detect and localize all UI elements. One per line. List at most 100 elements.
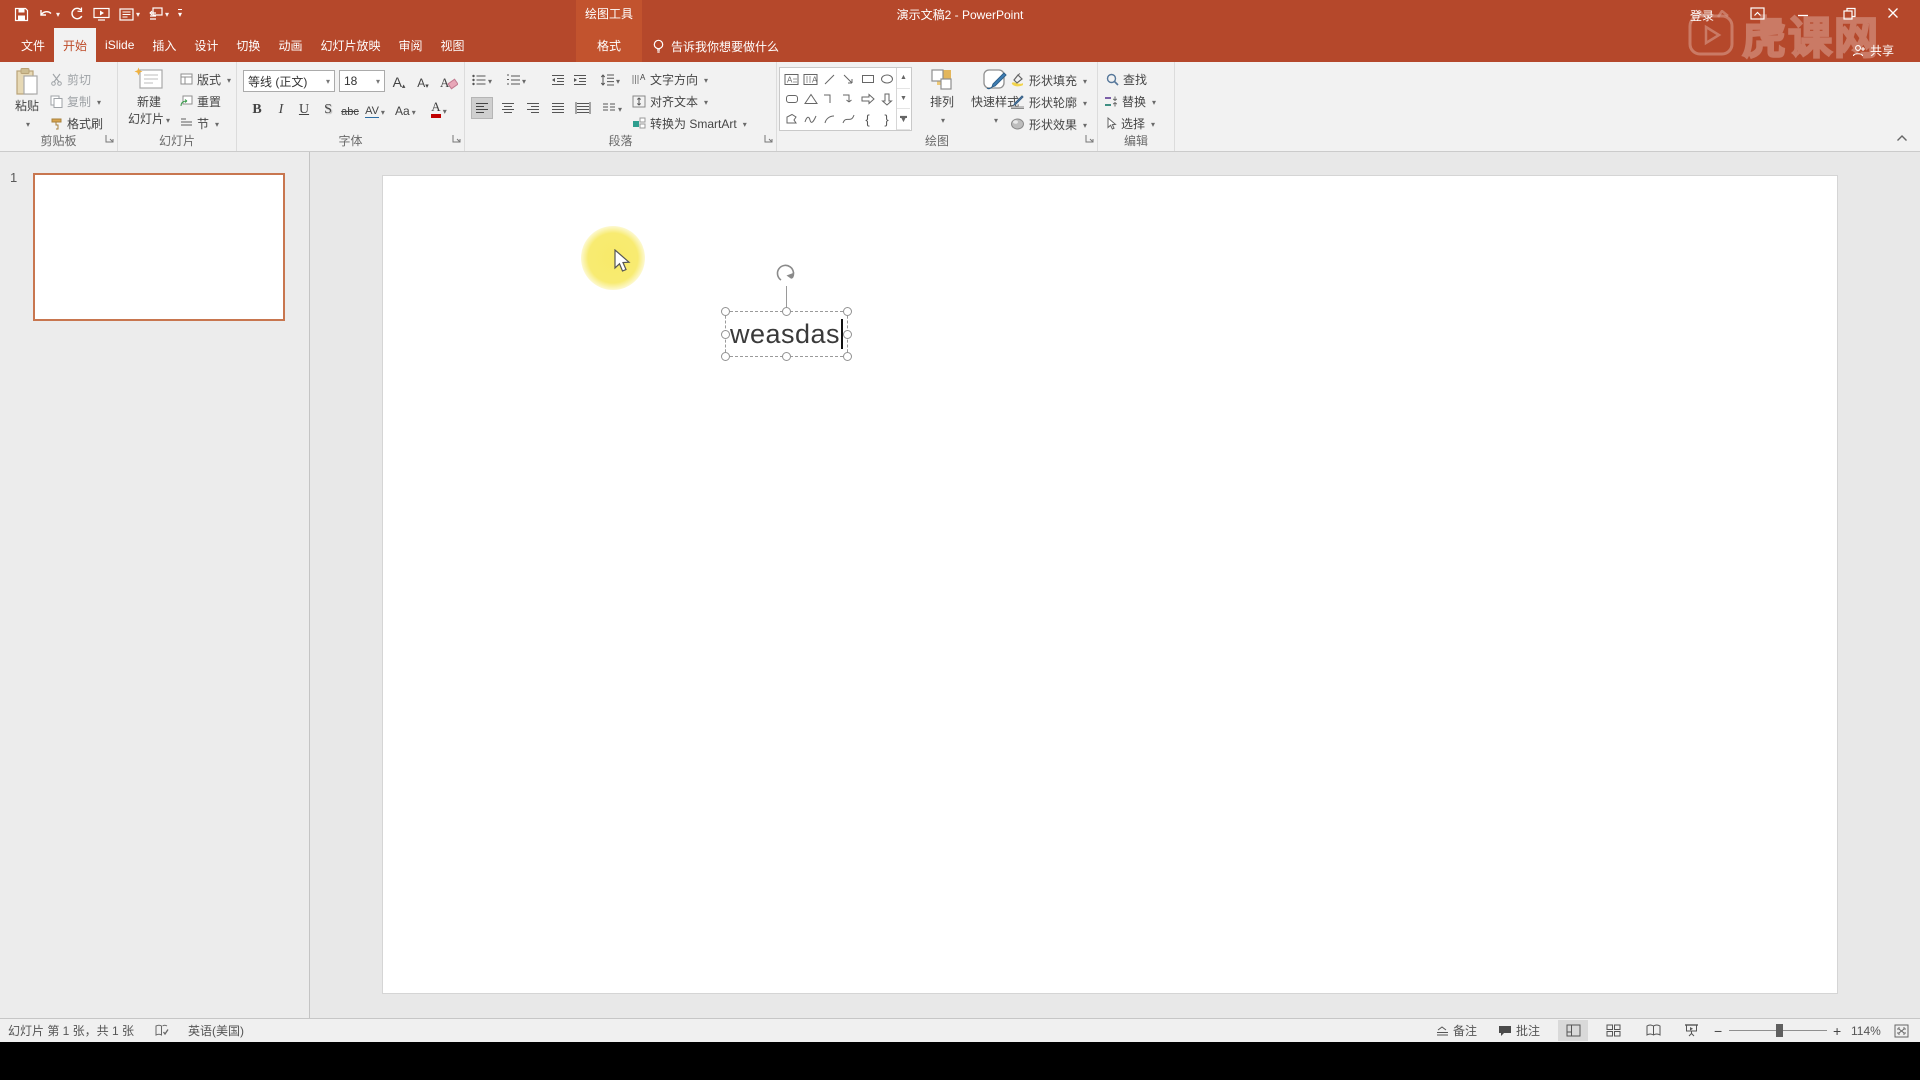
line-spacing-button[interactable] bbox=[599, 69, 621, 91]
shrink-font-button[interactable]: A▾ bbox=[413, 70, 433, 92]
decrease-indent-button[interactable] bbox=[547, 69, 569, 91]
tab-insert[interactable]: 插入 bbox=[143, 28, 185, 62]
resize-handle-ne[interactable] bbox=[843, 307, 852, 316]
clipboard-dialog-launcher[interactable] bbox=[105, 130, 114, 148]
columns-dropdown[interactable] bbox=[616, 99, 622, 117]
clear-formatting-button[interactable]: A bbox=[439, 70, 459, 92]
copy-dropdown[interactable] bbox=[95, 92, 101, 110]
italic-button[interactable]: I bbox=[271, 98, 291, 120]
resize-handle-nw[interactable] bbox=[721, 307, 730, 316]
slideshow-view-button[interactable] bbox=[1676, 1020, 1706, 1041]
bullets-button[interactable] bbox=[471, 69, 493, 91]
layout-dropdown[interactable] bbox=[225, 70, 231, 88]
bullets-dropdown[interactable] bbox=[486, 71, 492, 89]
slide-thumbnail[interactable] bbox=[33, 173, 285, 321]
convert-smartart-button[interactable]: 转换为 SmartArt bbox=[632, 113, 747, 133]
align-text-button[interactable]: 对齐文本 bbox=[632, 91, 708, 111]
shape-freeform-icon[interactable] bbox=[782, 109, 801, 129]
fit-slide-to-window-button[interactable] bbox=[1894, 1019, 1909, 1042]
save-icon[interactable] bbox=[14, 7, 29, 22]
shape-down-arrow-icon[interactable] bbox=[877, 89, 896, 109]
reset-button[interactable]: 重置 bbox=[180, 91, 221, 111]
collapse-ribbon-icon[interactable] bbox=[1896, 129, 1908, 147]
customize-qat-icon[interactable]: ▾ bbox=[178, 9, 182, 20]
text-shadow-button[interactable]: S bbox=[318, 98, 338, 120]
numbering-button[interactable] bbox=[505, 69, 527, 91]
shape-textbox-icon[interactable]: A bbox=[782, 69, 801, 89]
font-dialog-launcher[interactable] bbox=[452, 130, 461, 148]
shape-right-arrow-icon[interactable] bbox=[858, 89, 877, 109]
align-left-button[interactable] bbox=[471, 97, 493, 119]
arrange-button[interactable]: 排列 bbox=[919, 67, 965, 141]
close-button[interactable] bbox=[1876, 0, 1910, 26]
shape-elbow-arrow-connector-icon[interactable] bbox=[839, 89, 858, 109]
font-color-dropdown[interactable] bbox=[441, 102, 447, 118]
drawing-dialog-launcher[interactable] bbox=[1085, 130, 1094, 148]
language-indicator[interactable]: 英语(美国) bbox=[188, 1019, 244, 1042]
minimize-button[interactable] bbox=[1786, 0, 1820, 26]
tab-file[interactable]: 文件 bbox=[12, 28, 54, 62]
tab-transitions[interactable]: 切换 bbox=[227, 28, 269, 62]
character-spacing-dropdown[interactable] bbox=[379, 106, 385, 118]
restore-button[interactable] bbox=[1832, 0, 1866, 26]
redo-icon[interactable] bbox=[69, 7, 84, 21]
slide-layout-icon[interactable] bbox=[119, 8, 140, 21]
bold-button[interactable]: B bbox=[247, 98, 267, 120]
line-spacing-dropdown[interactable] bbox=[614, 71, 620, 89]
underline-button[interactable]: U bbox=[294, 98, 314, 120]
resize-handle-sw[interactable] bbox=[721, 352, 730, 361]
distribute-text-button[interactable] bbox=[572, 97, 594, 119]
tab-view[interactable]: 视图 bbox=[431, 28, 473, 62]
slide-sorter-view-button[interactable] bbox=[1598, 1020, 1628, 1041]
notes-button[interactable]: 备注 bbox=[1436, 1019, 1477, 1042]
tab-islide[interactable]: iSlide bbox=[96, 28, 143, 62]
tab-slideshow[interactable]: 幻灯片放映 bbox=[311, 28, 389, 62]
justify-button[interactable] bbox=[547, 97, 569, 119]
slide[interactable] bbox=[382, 175, 1838, 994]
tab-review[interactable]: 审阅 bbox=[389, 28, 431, 62]
strikethrough-button[interactable]: abc bbox=[340, 98, 360, 120]
resize-handle-w[interactable] bbox=[721, 330, 730, 339]
copy-button[interactable]: 复制 bbox=[50, 91, 101, 111]
text-direction-button[interactable]: A 文字方向 bbox=[632, 69, 708, 89]
section-button[interactable]: 节 bbox=[180, 113, 219, 133]
arrange-dropdown[interactable] bbox=[939, 110, 945, 128]
shape-arc-icon[interactable] bbox=[820, 109, 839, 129]
paragraph-dialog-launcher[interactable] bbox=[764, 130, 773, 148]
comments-button[interactable]: 批注 bbox=[1498, 1019, 1540, 1042]
share-button[interactable]: 共享 bbox=[1852, 42, 1894, 59]
tell-me-box[interactable]: 告诉我你想要做什么 bbox=[652, 38, 779, 55]
shape-line-icon[interactable] bbox=[820, 69, 839, 89]
shapes-gallery-scrollbar[interactable]: ▲ ▼ ▬▼ bbox=[896, 68, 910, 130]
undo-icon[interactable] bbox=[38, 7, 60, 21]
quick-styles-dropdown[interactable] bbox=[992, 110, 998, 128]
font-size-combo[interactable]: 18 bbox=[339, 70, 385, 92]
numbering-dropdown[interactable] bbox=[520, 71, 526, 89]
shape-left-brace-icon[interactable]: { bbox=[858, 109, 877, 129]
font-color-button[interactable]: A bbox=[429, 98, 449, 120]
gallery-scroll-down-icon[interactable]: ▼ bbox=[897, 89, 910, 110]
tab-design[interactable]: 设计 bbox=[185, 28, 227, 62]
align-right-button[interactable] bbox=[522, 97, 544, 119]
tab-animations[interactable]: 动画 bbox=[269, 28, 311, 62]
normal-view-button[interactable] bbox=[1558, 1020, 1588, 1041]
new-slide-button[interactable]: 新建 幻灯片 bbox=[122, 67, 176, 141]
shape-rectangle-icon[interactable] bbox=[858, 69, 877, 89]
shape-triangle-icon[interactable] bbox=[801, 89, 820, 109]
character-spacing-button[interactable]: AV bbox=[365, 98, 385, 120]
format-painter-button[interactable]: 格式刷 bbox=[50, 113, 103, 133]
find-button[interactable]: 查找 bbox=[1106, 69, 1147, 89]
resize-handle-e[interactable] bbox=[843, 330, 852, 339]
shape-effects-button[interactable]: 形状效果 bbox=[1010, 114, 1087, 134]
section-dropdown[interactable] bbox=[213, 114, 219, 132]
shape-curve-icon[interactable] bbox=[839, 109, 858, 129]
shape-vertical-textbox-icon[interactable]: A bbox=[801, 69, 820, 89]
paste-dropdown[interactable] bbox=[24, 114, 30, 132]
shape-right-brace-icon[interactable]: } bbox=[877, 109, 896, 129]
text-box[interactable]: weasdas bbox=[725, 311, 848, 357]
spell-check-icon[interactable] bbox=[155, 1019, 169, 1042]
zoom-level[interactable]: 114% bbox=[1851, 1019, 1881, 1042]
cut-button[interactable]: 剪切 bbox=[50, 69, 91, 89]
paste-options-icon[interactable] bbox=[149, 7, 169, 21]
shape-outline-button[interactable]: 形状轮廓 bbox=[1010, 92, 1087, 112]
